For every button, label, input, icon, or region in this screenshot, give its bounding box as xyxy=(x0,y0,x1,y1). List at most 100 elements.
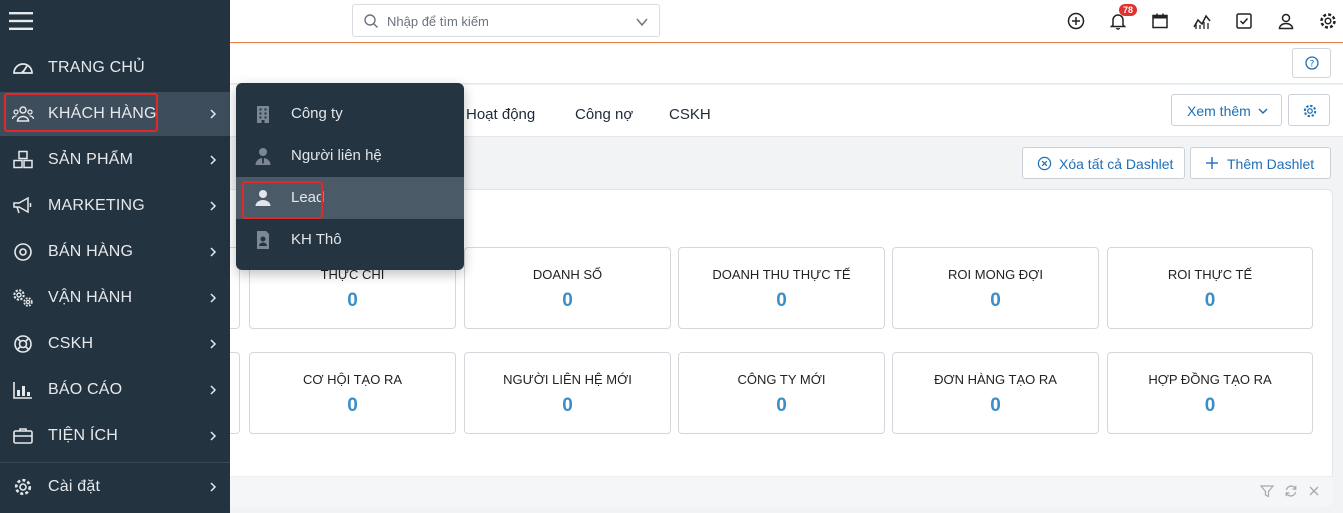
submenu-item-label: KH Thô xyxy=(291,231,342,248)
boxes-icon xyxy=(13,150,33,169)
kpi-value: 0 xyxy=(562,395,573,416)
chart-line-icon[interactable] xyxy=(1192,11,1212,31)
kpi-card: ĐƠN HÀNG TẠO RA 0 xyxy=(892,352,1099,434)
tab-activities[interactable]: Hoạt động xyxy=(466,106,535,123)
plus-icon xyxy=(1206,157,1218,169)
kpi-card: NGƯỜI LIÊN HỆ MỚI 0 xyxy=(464,352,671,434)
submenu-item-contact[interactable]: Người liên hệ xyxy=(236,135,464,177)
kpi-value: 0 xyxy=(1204,395,1216,416)
kpi-value: 0 xyxy=(347,395,358,416)
sidebar-item-sales[interactable]: BÁN HÀNG xyxy=(0,230,230,274)
more-dropdown-button[interactable]: Xem thêm xyxy=(1171,94,1282,126)
highlight-box xyxy=(4,93,158,132)
sidebar-item-label: TIỆN ÍCH xyxy=(48,427,119,444)
highlight-box xyxy=(242,181,323,219)
kpi-card: ROI MONG ĐỢI 0 xyxy=(892,247,1099,329)
sidebar: TRANG CHỦ KHÁCH HÀNG SẢN PHẨM MARKETING … xyxy=(0,0,230,513)
tab-cskh[interactable]: CSKH xyxy=(669,106,711,123)
submenu-item-label: Công ty xyxy=(291,105,343,122)
sidebar-item-utilities[interactable]: TIỆN ÍCH xyxy=(0,414,230,458)
kpi-card: DOANH SỐ 0 xyxy=(464,247,671,329)
kpi-title: NGƯỜI LIÊN HỆ MỚI xyxy=(503,372,632,387)
dashlet-footer xyxy=(225,476,1333,507)
sidebar-item-home[interactable]: TRANG CHỦ xyxy=(0,46,230,90)
chevron-right-icon xyxy=(210,482,217,492)
close-circle-icon xyxy=(1037,156,1052,171)
hamburger-menu-icon[interactable] xyxy=(9,10,33,32)
more-label: Xem thêm xyxy=(1187,103,1251,119)
chevron-down-icon[interactable] xyxy=(635,15,649,29)
calendar-icon[interactable] xyxy=(1150,11,1170,31)
sidebar-item-marketing[interactable]: MARKETING xyxy=(0,184,230,228)
kpi-card: ROI THỰC TẾ 0 xyxy=(1107,247,1313,329)
search-box[interactable]: Nhập để tìm kiếm xyxy=(352,4,660,37)
sidebar-item-label: Cài đặt xyxy=(48,478,101,495)
sidebar-item-label: BÁO CÁO xyxy=(48,381,123,398)
kpi-value: 0 xyxy=(562,290,573,311)
sidebar-item-label: BÁN HÀNG xyxy=(48,243,134,260)
kpi-card: HỢP ĐỒNG TẠO RA 0 xyxy=(1107,352,1313,434)
gears-icon xyxy=(13,289,33,307)
sidebar-item-label: VẬN HÀNH xyxy=(48,289,133,306)
kpi-title: CÔNG TY MỚI xyxy=(737,372,826,387)
kpi-value: 0 xyxy=(776,290,787,311)
chevron-right-icon xyxy=(210,201,217,211)
gear-icon xyxy=(14,478,32,496)
sidebar-item-settings[interactable]: Cài đặt xyxy=(0,465,230,509)
search-icon xyxy=(364,14,378,28)
add-dashlet-button[interactable]: Thêm Dashlet xyxy=(1190,147,1331,179)
clear-dashlets-label: Xóa tất cả Dashlet xyxy=(1059,156,1174,172)
sidebar-divider xyxy=(0,462,230,463)
filter-icon[interactable] xyxy=(1260,484,1274,498)
svg-text:?: ? xyxy=(1310,60,1315,70)
sidebar-item-label: TRANG CHỦ xyxy=(48,59,145,76)
chevron-right-icon xyxy=(210,339,217,349)
sidebar-item-label: CSKH xyxy=(48,335,94,352)
megaphone-icon xyxy=(13,196,32,214)
sidebar-item-operations[interactable]: VẬN HÀNH xyxy=(0,276,230,320)
kpi-title: DOANH SỐ xyxy=(532,267,603,282)
bar-chart-icon xyxy=(13,382,32,399)
help-button[interactable]: ? xyxy=(1292,48,1331,78)
tab-debts[interactable]: Công nợ xyxy=(575,106,633,123)
kpi-card: CƠ HỘI TẠO RA 0 xyxy=(249,352,456,434)
kpi-value: 0 xyxy=(990,395,1001,416)
submenu-item-company[interactable]: Công ty xyxy=(236,93,464,135)
lifebuoy-icon xyxy=(14,335,32,353)
submenu-item-raw-customer[interactable]: KH Thô xyxy=(236,219,464,261)
kpi-value: 0 xyxy=(1204,290,1216,311)
gear-icon[interactable] xyxy=(1318,11,1338,31)
kpi-title: DOANH THU THỰC TẾ xyxy=(712,267,851,282)
search-input[interactable]: Nhập để tìm kiếm xyxy=(387,14,489,29)
close-icon[interactable] xyxy=(1307,484,1321,498)
kpi-title: CƠ HỘI TẠO RA xyxy=(302,372,403,387)
settings-button[interactable] xyxy=(1288,94,1330,126)
help-icon: ? xyxy=(1305,56,1319,70)
sidebar-item-customer-care[interactable]: CSKH xyxy=(0,322,230,366)
refresh-icon[interactable] xyxy=(1284,484,1298,498)
checkbox-icon[interactable] xyxy=(1234,11,1254,31)
kpi-title: ROI MONG ĐỢI xyxy=(948,267,1043,282)
sidebar-item-label: SẢN PHẨM xyxy=(48,151,134,168)
chevron-right-icon xyxy=(210,109,217,119)
kpi-value: 0 xyxy=(990,290,1001,311)
chevron-right-icon xyxy=(210,431,217,441)
submenu-item-label: Người liên hệ xyxy=(291,147,382,164)
clear-all-dashlets-button[interactable]: Xóa tất cả Dashlet xyxy=(1022,147,1185,179)
target-icon xyxy=(14,243,32,261)
kpi-card: CÔNG TY MỚI 0 xyxy=(678,352,885,434)
sidebar-item-products[interactable]: SẢN PHẨM xyxy=(0,138,230,182)
building-icon xyxy=(257,106,269,123)
add-circle-icon[interactable] xyxy=(1066,11,1086,31)
contact-icon xyxy=(255,148,271,165)
chevron-right-icon xyxy=(210,247,217,257)
kpi-title: ĐƠN HÀNG TẠO RA xyxy=(934,372,1057,387)
chevron-down-icon xyxy=(1258,108,1268,115)
dashboard-icon xyxy=(13,63,33,74)
kpi-value: 0 xyxy=(347,290,358,311)
sidebar-item-reports[interactable]: BÁO CÁO xyxy=(0,368,230,412)
kpi-title: ROI THỰC TẾ xyxy=(1167,267,1253,282)
user-profile-icon[interactable] xyxy=(1276,11,1296,31)
chevron-right-icon xyxy=(210,385,217,395)
gear-icon xyxy=(1303,104,1317,118)
